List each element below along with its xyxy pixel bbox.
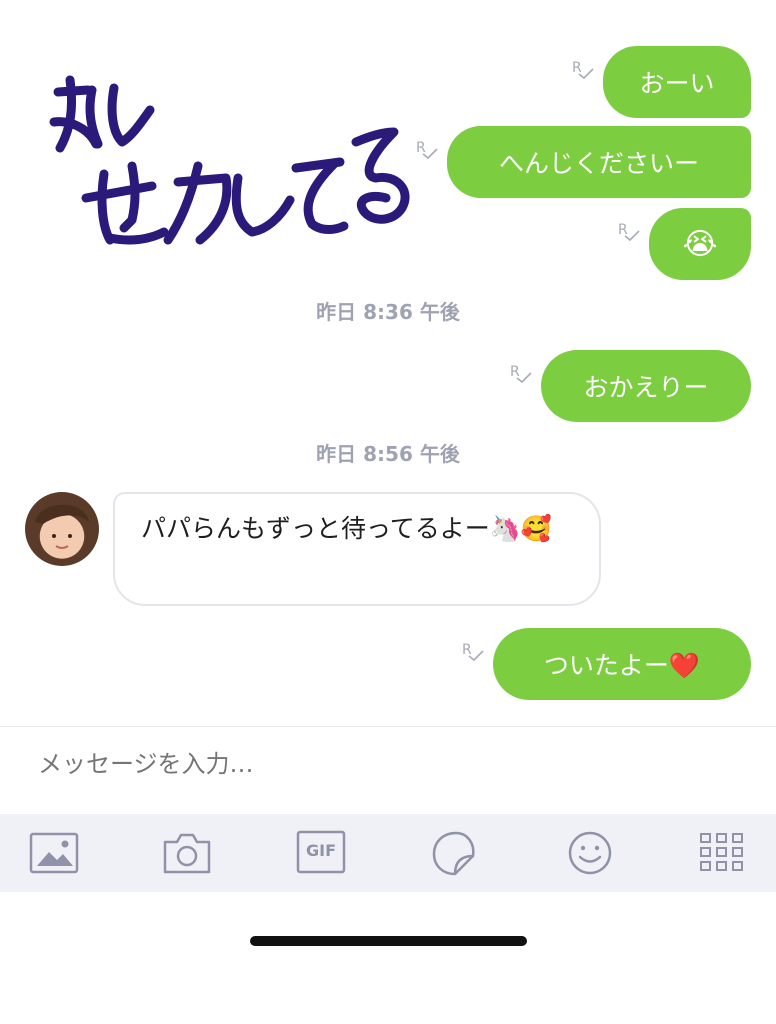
read-receipt-icon: R [416,140,442,168]
timestamp: 昨日 8:36 午後 [316,300,460,324]
photo-button[interactable] [29,830,79,876]
composer [0,727,776,814]
chat-area: R おーい R へんじくださいー R 😭 昨日 8:36 午後 R おかえりー … [0,0,776,726]
sticker-icon [432,831,475,876]
photo-icon [29,832,79,874]
message-bubble-outgoing[interactable]: ついたよー❤️ [493,628,751,700]
gif-button[interactable]: GIF [296,830,346,876]
read-receipt-icon: R [462,642,488,670]
home-indicator[interactable] [250,936,527,946]
message-input[interactable] [36,749,740,779]
more-grid-icon [700,833,743,871]
gif-label: GIF [305,841,336,860]
message-bubble-outgoing[interactable]: 😭 [649,208,751,280]
message-bubble-incoming[interactable]: パパらんもずっと待ってるよー🦄🥰 [113,492,601,606]
read-receipt-icon: R [572,60,598,88]
emoji-button[interactable] [565,830,615,876]
camera-icon [163,833,211,874]
read-receipt-icon: R [510,364,536,392]
avatar[interactable] [25,492,99,566]
message-bubble-outgoing[interactable]: おーい [603,46,751,118]
handwritten-note [49,75,410,245]
sticker-button[interactable] [431,830,481,876]
message-bubble-outgoing[interactable]: おかえりー [541,350,751,422]
message-bubble-outgoing[interactable]: へんじくださいー [447,126,751,198]
camera-button[interactable] [162,830,212,876]
read-receipt-icon: R [618,222,644,250]
timestamp: 昨日 8:56 午後 [316,442,460,466]
emoji-icon [568,831,612,875]
attachment-toolbar: GIF [0,814,776,892]
more-button[interactable] [697,830,747,876]
